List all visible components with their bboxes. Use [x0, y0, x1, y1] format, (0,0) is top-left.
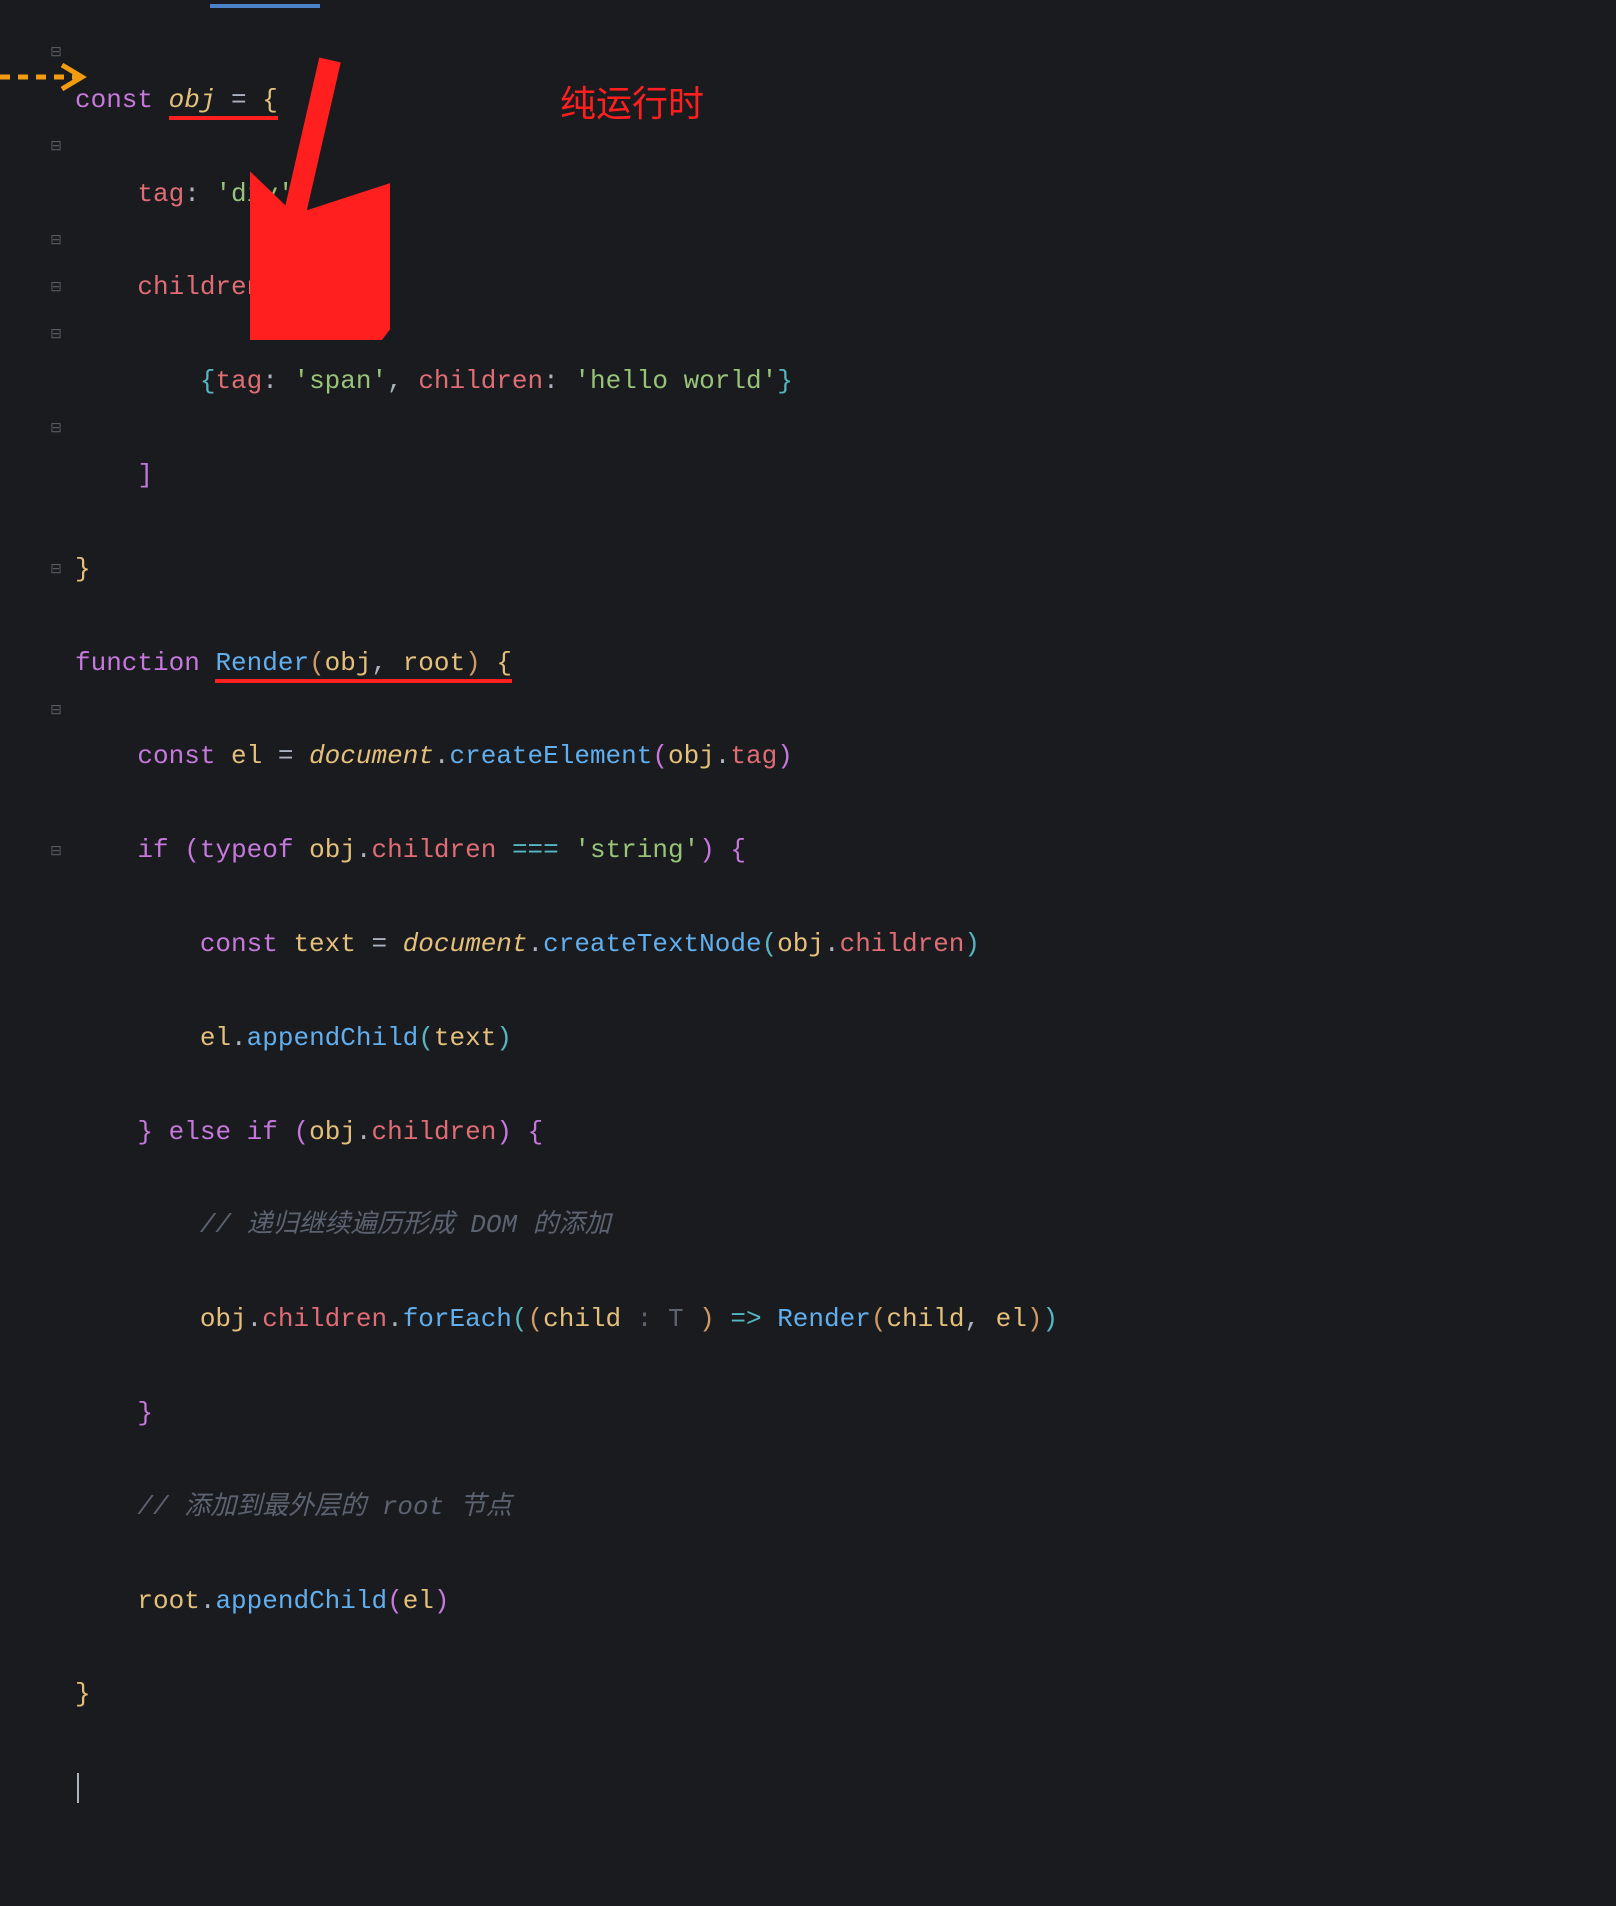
type-hint: : T [621, 1304, 699, 1334]
code-line: const el = document.createElement(obj.ta… [75, 733, 1616, 780]
code-line: if (typeof obj.children === 'string') { [75, 827, 1616, 874]
code-line: } [75, 546, 1616, 593]
comment: // 添加到最外层的 root 节点 [137, 1492, 511, 1522]
code-line: } [75, 1671, 1616, 1718]
code-line [75, 1765, 1616, 1812]
code-area[interactable]: const obj = { tag: 'div', children: [ {t… [0, 30, 1616, 1906]
code-line: const text = document.createTextNode(obj… [75, 921, 1616, 968]
code-line: obj.children.forEach((child : T ) => Ren… [75, 1296, 1616, 1343]
keyword-const: const [75, 85, 153, 115]
code-line: } else if (obj.children) { [75, 1109, 1616, 1156]
function-name: Render [215, 648, 309, 678]
code-line: children: [ [75, 264, 1616, 311]
code-line: // 添加到最外层的 root 节点 [75, 1484, 1616, 1531]
tab-indicator [210, 4, 320, 8]
code-line: const obj = { [75, 77, 1616, 124]
code-line: root.appendChild(el) [75, 1578, 1616, 1625]
code-line: {tag: 'span', children: 'hello world'} [75, 358, 1616, 405]
code-editor[interactable]: ⊟ ⊟ ⊟ ⊟ ⊟ ⊟ ⊟ ⊟ ⊟ const obj = { tag: 'di… [0, 0, 1616, 1102]
code-line: el.appendChild(text) [75, 1015, 1616, 1062]
comment: // 递归继续遍历形成 DOM 的添加 [200, 1210, 611, 1240]
text-caret [77, 1773, 79, 1803]
code-line: tag: 'div', [75, 171, 1616, 218]
code-line: // 递归继续遍历形成 DOM 的添加 [75, 1202, 1616, 1249]
code-line: } [75, 1390, 1616, 1437]
identifier-obj: obj [169, 85, 216, 115]
annotation-title: 纯运行时 [560, 72, 704, 137]
code-line: ] [75, 452, 1616, 499]
code-line: function Render(obj, root) { [75, 640, 1616, 687]
